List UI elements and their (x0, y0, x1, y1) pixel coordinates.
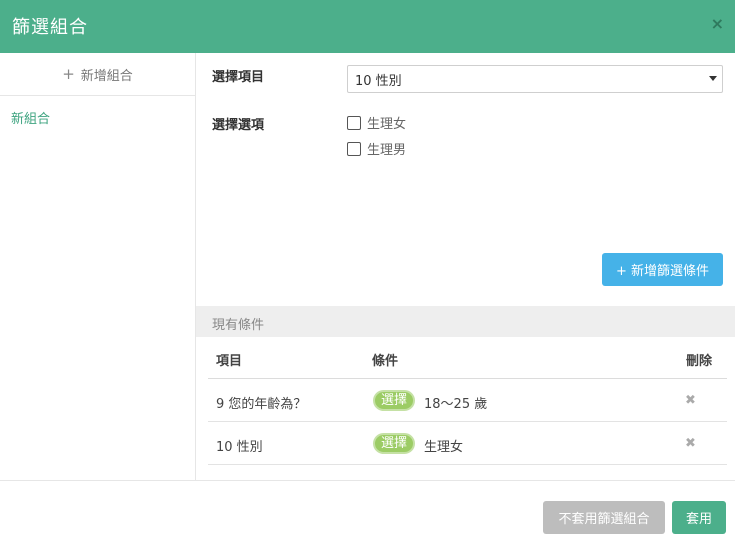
option-label: 生理男 (367, 143, 407, 158)
condition-tag: 選擇 (373, 433, 416, 454)
table-header: 項目 條件 刪除 (208, 337, 727, 379)
plus-icon: + (62, 65, 75, 83)
select-item-label: 選擇項目 (212, 70, 265, 85)
chevron-down-icon (709, 76, 717, 81)
column-header-condition: 條件 (372, 354, 399, 369)
item-select[interactable]: 10 性別 (347, 65, 723, 93)
filter-editor: 選擇項目 10 性別 選擇選項 生理女 生理男 + 新增篩選條件 現有條件 項目… (196, 53, 735, 480)
option-female[interactable]: 生理女 (347, 113, 406, 132)
option-label: 生理女 (367, 117, 407, 132)
delete-icon[interactable]: ✖ (685, 436, 696, 451)
close-icon[interactable]: × (711, 14, 724, 34)
column-header-item: 項目 (216, 354, 243, 369)
table-row: 9 您的年齡為？ 選擇 18～25 歲 ✖ (208, 379, 727, 422)
add-group-button[interactable]: + 新增組合 (0, 53, 195, 96)
row-condition-value: 18～25 歲 (424, 397, 488, 412)
group-sidebar: + 新增組合 新組合 (0, 53, 196, 480)
delete-icon[interactable]: ✖ (685, 393, 696, 408)
existing-conditions-title: 現有條件 (212, 318, 265, 333)
cancel-filter-button[interactable]: 不套用篩選組合 (543, 501, 665, 534)
table-row: 10 性別 選擇 生理女 ✖ (208, 422, 727, 465)
checkbox[interactable] (347, 141, 361, 156)
existing-conditions-header: 現有條件 (196, 306, 735, 337)
condition-tag: 選擇 (373, 390, 416, 411)
dialog-footer: 不套用篩選組合 套用 (0, 480, 735, 551)
add-group-label: 新增組合 (80, 68, 133, 84)
row-condition-value: 生理女 (424, 440, 464, 455)
filter-dialog: 篩選組合 × + 新增組合 新組合 選擇項目 10 性別 選擇選項 生理女 生理… (0, 0, 735, 551)
conditions-table: 項目 條件 刪除 9 您的年齡為？ 選擇 18～25 歲 ✖ 10 性別 選擇 … (208, 337, 727, 465)
dialog-title: 篩選組合 (12, 17, 88, 38)
sidebar-item-new-group[interactable]: 新組合 (11, 108, 50, 127)
apply-button[interactable]: 套用 (672, 501, 726, 534)
select-options-label: 選擇選項 (212, 118, 265, 133)
dialog-header: 篩選組合 × (0, 0, 735, 53)
column-header-delete: 刪除 (686, 354, 713, 369)
row-item: 9 您的年齡為？ (216, 397, 307, 412)
row-item: 10 性別 (216, 440, 263, 455)
option-male[interactable]: 生理男 (347, 139, 406, 158)
item-select-value: 10 性別 (355, 73, 402, 89)
checkbox[interactable] (347, 115, 361, 130)
add-condition-button[interactable]: + 新增篩選條件 (602, 253, 723, 286)
